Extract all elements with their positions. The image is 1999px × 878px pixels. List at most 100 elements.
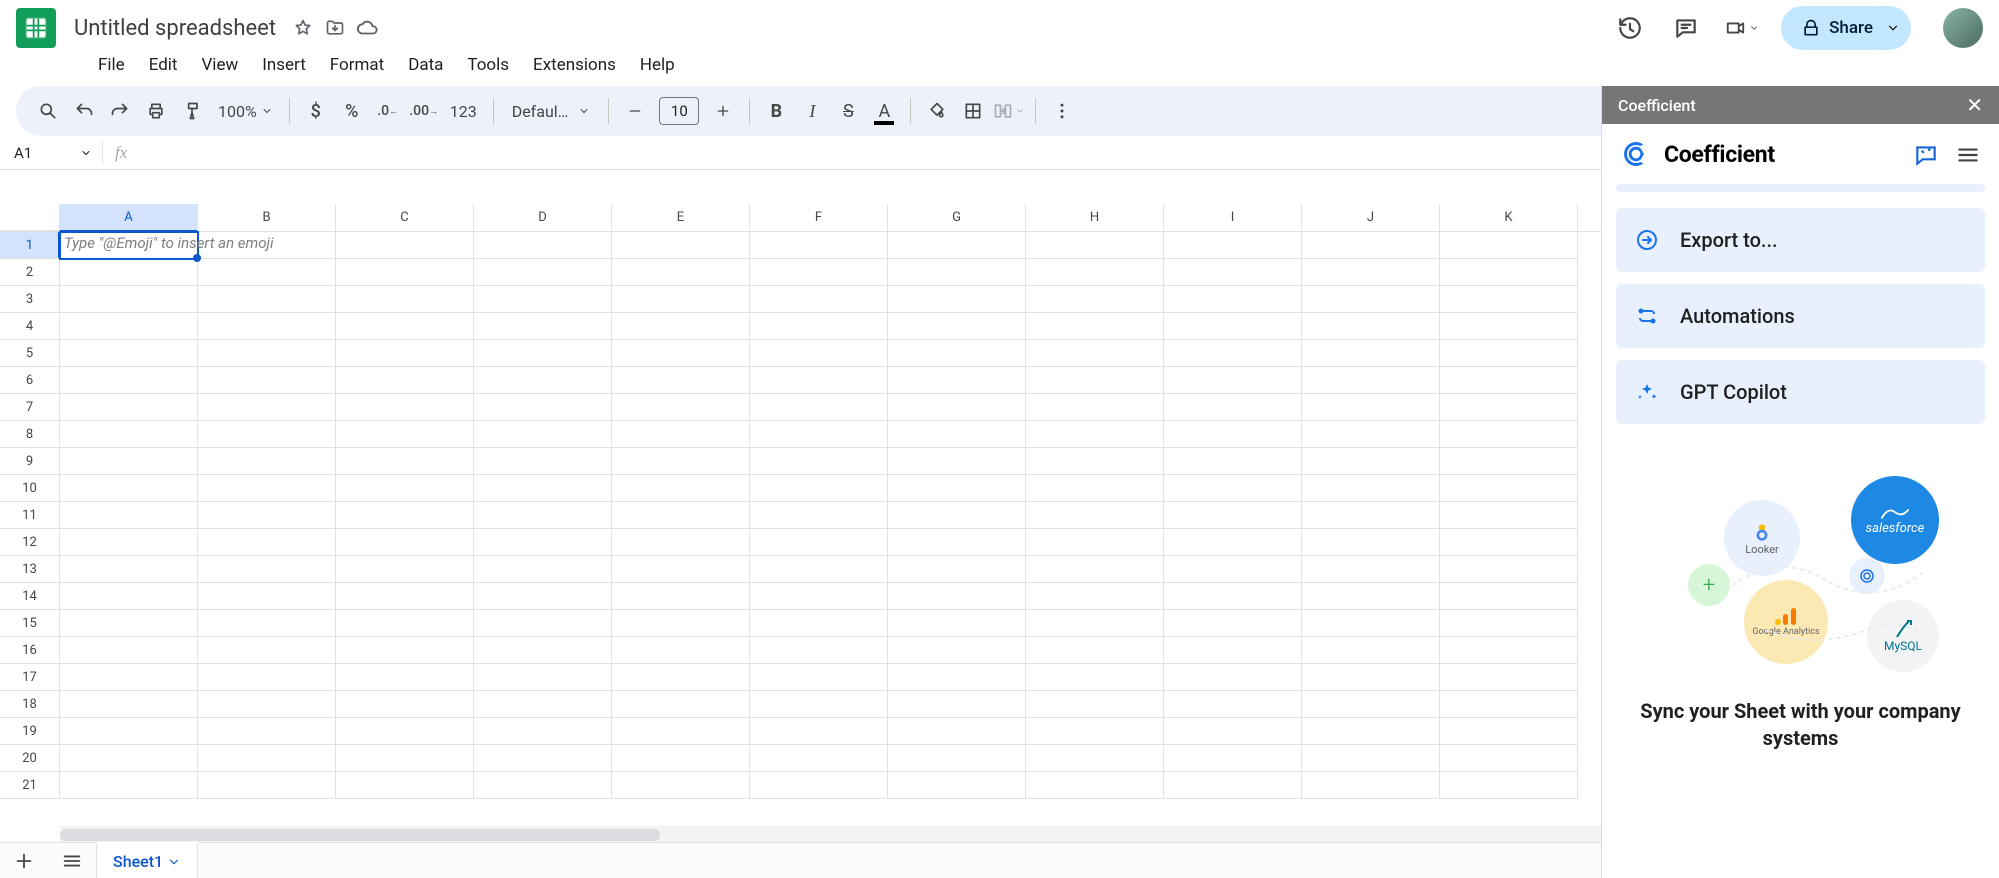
row-header[interactable]: 9 [0, 448, 60, 475]
menu-edit[interactable]: Edit [139, 51, 188, 79]
cell[interactable] [336, 529, 474, 556]
row-header[interactable]: 16 [0, 637, 60, 664]
cell[interactable] [750, 448, 888, 475]
cell[interactable] [612, 583, 750, 610]
cell[interactable] [1440, 745, 1578, 772]
cell[interactable] [60, 664, 198, 691]
close-icon[interactable]: ✕ [1966, 93, 1983, 117]
cell[interactable] [474, 340, 612, 367]
cell[interactable] [198, 340, 336, 367]
cell[interactable] [60, 583, 198, 610]
cell[interactable] [60, 745, 198, 772]
cell[interactable] [1026, 313, 1164, 340]
menu-tools[interactable]: Tools [457, 51, 519, 79]
cell[interactable] [750, 772, 888, 799]
cell[interactable] [1164, 286, 1302, 313]
cell[interactable] [60, 691, 198, 718]
cell[interactable] [888, 718, 1026, 745]
row-header[interactable]: 4 [0, 313, 60, 340]
cell[interactable] [1302, 448, 1440, 475]
cell[interactable] [750, 745, 888, 772]
cell[interactable] [1164, 313, 1302, 340]
cell[interactable] [336, 610, 474, 637]
cell[interactable] [612, 394, 750, 421]
cell[interactable] [888, 286, 1026, 313]
cell[interactable] [336, 340, 474, 367]
cell[interactable] [1440, 448, 1578, 475]
hamburger-icon[interactable] [1955, 142, 1979, 166]
cell[interactable] [1164, 394, 1302, 421]
cell[interactable] [198, 637, 336, 664]
cell[interactable] [336, 313, 474, 340]
cell[interactable]: Type "@Emoji" to insert an emoji [60, 232, 198, 259]
cell[interactable] [1302, 232, 1440, 259]
cell[interactable] [1302, 475, 1440, 502]
cell[interactable] [474, 556, 612, 583]
cloud-status-icon[interactable] [356, 17, 378, 39]
menu-format[interactable]: Format [320, 51, 394, 79]
cell[interactable] [612, 610, 750, 637]
cell[interactable] [888, 610, 1026, 637]
cell[interactable] [888, 448, 1026, 475]
column-header[interactable]: G [888, 204, 1026, 231]
cell[interactable] [1026, 286, 1164, 313]
move-icon[interactable] [324, 17, 346, 39]
more-formats[interactable]: 123 [444, 95, 483, 127]
cell[interactable] [60, 448, 198, 475]
cell[interactable] [1164, 664, 1302, 691]
cell[interactable] [1302, 556, 1440, 583]
cell[interactable] [1302, 313, 1440, 340]
cell[interactable] [1164, 556, 1302, 583]
strikethrough-icon[interactable]: S [832, 95, 864, 127]
row-header[interactable]: 2 [0, 259, 60, 286]
cell[interactable] [198, 475, 336, 502]
row-header[interactable]: 14 [0, 583, 60, 610]
borders-icon[interactable] [957, 95, 989, 127]
cell[interactable] [750, 394, 888, 421]
cell[interactable] [1440, 583, 1578, 610]
cell[interactable] [1026, 421, 1164, 448]
cell[interactable] [198, 745, 336, 772]
column-header[interactable]: I [1164, 204, 1302, 231]
cell[interactable] [336, 745, 474, 772]
cell[interactable] [1164, 772, 1302, 799]
cell[interactable] [612, 772, 750, 799]
cell[interactable] [474, 367, 612, 394]
column-header[interactable]: K [1440, 204, 1578, 231]
cell[interactable] [336, 637, 474, 664]
automations-item[interactable]: Automations [1616, 284, 1985, 348]
cell[interactable] [198, 286, 336, 313]
cell[interactable] [336, 286, 474, 313]
cell[interactable] [336, 421, 474, 448]
cell[interactable] [612, 637, 750, 664]
cell[interactable] [1026, 367, 1164, 394]
cell[interactable] [474, 529, 612, 556]
cell[interactable] [1302, 718, 1440, 745]
cell[interactable] [474, 502, 612, 529]
cell[interactable] [1026, 718, 1164, 745]
cell[interactable] [1440, 718, 1578, 745]
cell[interactable] [1164, 745, 1302, 772]
cell[interactable] [1026, 583, 1164, 610]
cell[interactable] [612, 448, 750, 475]
add-sheet-icon[interactable] [0, 843, 48, 878]
cell[interactable] [198, 772, 336, 799]
cell[interactable] [612, 529, 750, 556]
cell[interactable] [1026, 394, 1164, 421]
cell[interactable] [750, 529, 888, 556]
cell[interactable] [750, 610, 888, 637]
search-menus-icon[interactable] [32, 95, 64, 127]
cell[interactable] [1302, 772, 1440, 799]
cell[interactable] [198, 448, 336, 475]
cell[interactable] [198, 259, 336, 286]
cell[interactable] [198, 367, 336, 394]
cell[interactable] [1026, 529, 1164, 556]
cell[interactable] [336, 502, 474, 529]
cell[interactable] [336, 664, 474, 691]
cell[interactable] [474, 259, 612, 286]
cell[interactable] [888, 556, 1026, 583]
cell[interactable] [1302, 745, 1440, 772]
column-header[interactable]: D [474, 204, 612, 231]
menu-file[interactable]: File [88, 51, 135, 79]
cell[interactable] [336, 556, 474, 583]
